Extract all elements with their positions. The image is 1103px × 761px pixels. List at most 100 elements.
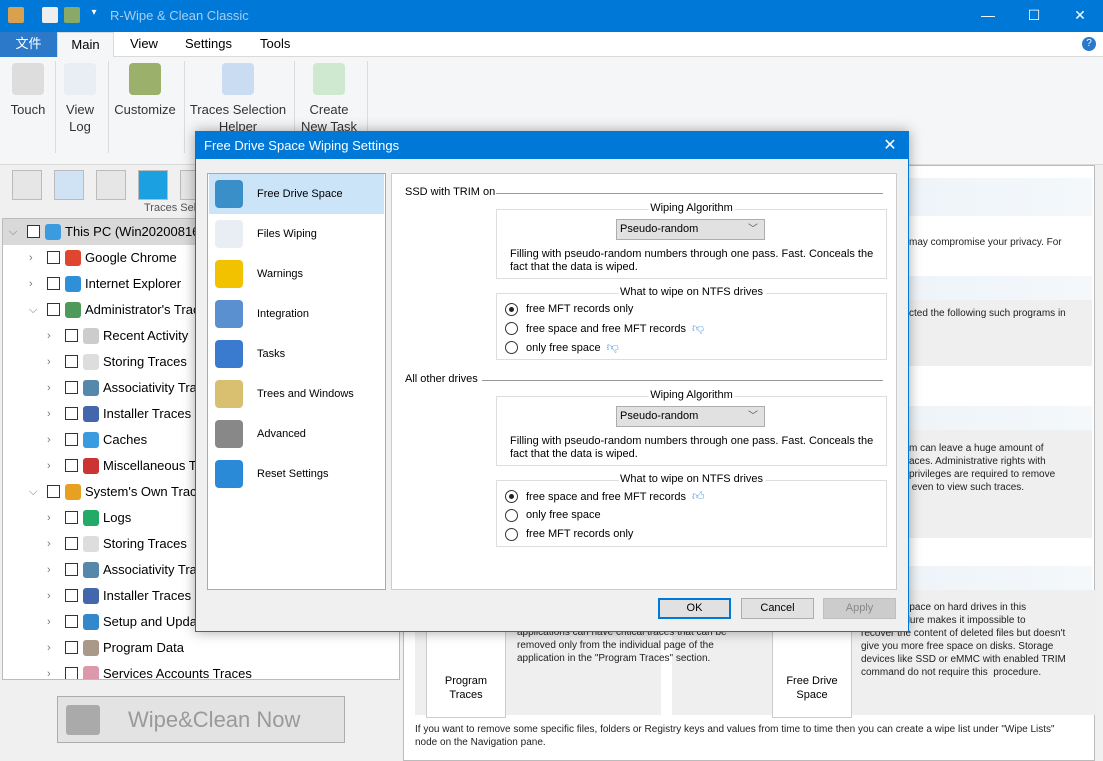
tree-checkbox[interactable]	[27, 225, 40, 238]
tree-item-icon	[83, 588, 99, 604]
chevron-down-icon: ﹀	[748, 411, 758, 422]
create-new-task-button[interactable]: Create New Task	[298, 63, 360, 135]
other-group-title: All other drives	[405, 373, 478, 385]
tree-checkbox[interactable]	[47, 485, 60, 498]
tab-tools[interactable]: Tools	[246, 32, 304, 57]
settings-nav-item[interactable]: Trees and Windows	[209, 374, 384, 414]
tab-view[interactable]: View	[116, 32, 172, 57]
refresh-icon	[215, 460, 243, 488]
tree-checkbox[interactable]	[65, 511, 78, 524]
maximize-button[interactable]: ☐	[1011, 0, 1057, 32]
wipe-clean-now-button[interactable]: Wipe&Clean Now	[57, 696, 345, 743]
chevron-right-icon[interactable]: ›	[47, 661, 51, 679]
quick-access-dropdown-icon[interactable]: ▾	[86, 7, 102, 23]
program-traces-tile[interactable]: Program Traces	[426, 618, 506, 718]
warning-icon	[215, 260, 243, 288]
chevron-right-icon[interactable]: ›	[47, 557, 51, 583]
chevron-right-icon[interactable]: ›	[47, 635, 51, 661]
chevron-right-icon[interactable]: ›	[47, 583, 51, 609]
dialog-close-button[interactable]: ✕	[878, 132, 902, 159]
tree-checkbox[interactable]	[47, 303, 60, 316]
chevron-right-icon[interactable]: ›	[47, 375, 51, 401]
other-algorithm-group: Wiping Algorithm Pseudo-random ﹀ Filling …	[496, 389, 887, 466]
tree-item[interactable]: › Services Accounts Traces	[3, 661, 399, 679]
tree-checkbox[interactable]	[65, 537, 78, 550]
settings-nav-item[interactable]: Advanced	[209, 414, 384, 454]
customize-button[interactable]: Customize	[112, 63, 178, 118]
tools-icon[interactable]	[64, 7, 80, 23]
chevron-right-icon[interactable]: ›	[47, 349, 51, 375]
tree-checkbox[interactable]	[65, 459, 78, 472]
tree-checkbox[interactable]	[65, 589, 78, 602]
log-icon[interactable]	[42, 7, 58, 23]
tab-settings[interactable]: Settings	[171, 32, 246, 57]
tree-checkbox[interactable]	[65, 615, 78, 628]
settings-nav-item[interactable]: Warnings	[209, 254, 384, 294]
radio-button[interactable]	[505, 341, 518, 354]
tree-checkbox[interactable]	[65, 381, 78, 394]
chevron-right-icon[interactable]: ›	[47, 609, 51, 635]
toolbar-group-label: Traces Sel	[144, 202, 197, 214]
ssd-group-title: SSD with TRIM on	[405, 186, 496, 198]
disk-cleaner-icon[interactable]	[12, 170, 42, 200]
tree-item-icon	[83, 614, 99, 630]
chevron-down-icon[interactable]: ⌵	[9, 219, 17, 245]
tab-file[interactable]: 文件	[0, 32, 57, 57]
internet-icon[interactable]	[54, 170, 84, 200]
apply-button[interactable]: Apply	[823, 598, 896, 619]
tree-checkbox[interactable]	[65, 329, 78, 342]
radio-button[interactable]	[505, 509, 518, 522]
tree-item-icon	[83, 354, 99, 370]
tree-item-icon	[83, 562, 99, 578]
tree-checkbox[interactable]	[47, 251, 60, 264]
radio-button[interactable]	[505, 303, 518, 316]
tree-checkbox[interactable]	[65, 433, 78, 446]
other-algorithm-select[interactable]: Pseudo-random ﹀	[616, 406, 765, 427]
windows-icon[interactable]	[138, 170, 168, 200]
chevron-right-icon[interactable]: ›	[47, 505, 51, 531]
chevron-right-icon[interactable]: ›	[47, 401, 51, 427]
settings-nav-item[interactable]: Free Drive Space	[209, 174, 384, 214]
tools-icon	[129, 63, 161, 95]
ssd-algorithm-select[interactable]: Pseudo-random ﹀	[616, 219, 765, 240]
cancel-button[interactable]: Cancel	[741, 598, 814, 619]
tree-checkbox[interactable]	[65, 641, 78, 654]
tab-main[interactable]: Main	[57, 32, 114, 57]
settings-nav-item[interactable]: Files Wiping	[209, 214, 384, 254]
tree-checkbox[interactable]	[65, 407, 78, 420]
chevron-right-icon[interactable]: ›	[29, 245, 33, 271]
chevron-right-icon[interactable]: ›	[29, 271, 33, 297]
chevron-down-icon[interactable]: ⌵	[29, 479, 37, 505]
minimize-button[interactable]: —	[965, 0, 1011, 32]
radio-button[interactable]	[505, 322, 518, 335]
chevron-right-icon[interactable]: ›	[47, 531, 51, 557]
help-icon[interactable]: ?	[1082, 37, 1096, 51]
tree-item-icon	[83, 666, 99, 679]
tree-checkbox[interactable]	[65, 355, 78, 368]
settings-nav: Free Drive Space Files Wiping Warnings Inte…	[207, 173, 386, 590]
chevron-right-icon[interactable]: ›	[47, 427, 51, 453]
chevron-right-icon[interactable]: ›	[47, 323, 51, 349]
chevron-right-icon[interactable]: ›	[47, 453, 51, 479]
close-button[interactable]: ✕	[1057, 0, 1103, 32]
tree-item-icon	[83, 432, 99, 448]
radio-button[interactable]	[505, 490, 518, 503]
tree-item[interactable]: › Program Data	[3, 635, 399, 661]
ok-button[interactable]: OK	[658, 598, 731, 619]
tree-checkbox[interactable]	[65, 667, 78, 679]
settings-nav-item[interactable]: Reset Settings	[209, 454, 384, 494]
traces-selection-helper-button[interactable]: Traces Selection Helper	[188, 63, 288, 135]
free-drive-space-tile[interactable]: Free Drive Space	[772, 618, 852, 718]
user-icon[interactable]	[96, 170, 126, 200]
settings-panel: SSD with TRIM on Wiping Algorithm Pseudo…	[391, 173, 897, 590]
chevron-down-icon[interactable]: ⌵	[29, 297, 37, 323]
touch-button[interactable]: Touch	[6, 63, 50, 118]
radio-button[interactable]	[505, 528, 518, 541]
settings-nav-item[interactable]: Integration	[209, 294, 384, 334]
tree-item-icon	[45, 224, 61, 240]
settings-nav-item[interactable]: Tasks	[209, 334, 384, 374]
tree-checkbox[interactable]	[65, 563, 78, 576]
tree-checkbox[interactable]	[47, 277, 60, 290]
file-icon	[215, 220, 243, 248]
view-log-button[interactable]: View Log	[60, 63, 100, 135]
